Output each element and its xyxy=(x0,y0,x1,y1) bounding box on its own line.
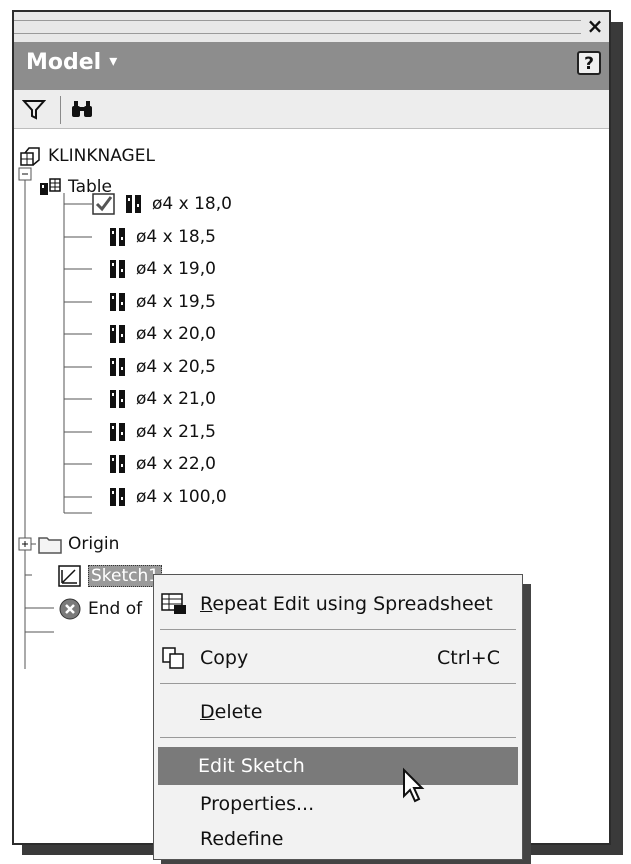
end-of-part-icon xyxy=(59,598,81,620)
panel-grip-bar[interactable]: × xyxy=(14,12,609,43)
menu-item-label: Edit Sketch xyxy=(198,755,305,777)
browser-toolbar xyxy=(14,90,609,129)
filter-icon[interactable] xyxy=(22,97,46,121)
table-row-label: ø4 x 20,0 xyxy=(136,324,216,344)
menu-item-edit-sketch[interactable]: Edit Sketch xyxy=(158,747,518,785)
rivet-icon xyxy=(110,293,125,311)
close-button[interactable]: × xyxy=(585,14,605,38)
table-icon xyxy=(40,178,61,195)
checkmark-icon xyxy=(92,193,115,215)
table-row-label: ø4 x 21,0 xyxy=(136,389,216,409)
table-row-label: ø4 x 19,0 xyxy=(136,259,216,279)
rivet-icon xyxy=(126,195,141,213)
mnemonic-d: D xyxy=(200,701,215,723)
menu-icon-slot xyxy=(164,754,192,778)
rivet-icon xyxy=(110,325,125,343)
tree-node-label: Origin xyxy=(68,534,120,554)
menu-item-copy[interactable]: Copy Ctrl+C xyxy=(154,639,522,677)
table-row[interactable]: ø4 x 19,5 xyxy=(106,287,216,317)
menu-separator xyxy=(160,683,516,684)
tree-node-end-of-part[interactable]: End of xyxy=(58,594,142,624)
table-row[interactable]: ø4 x 100,0 xyxy=(106,482,227,512)
menu-icon-slot xyxy=(160,700,188,724)
tree-node-label: KLINKNAGEL xyxy=(48,146,155,166)
table-row[interactable]: ø4 x 22,0 xyxy=(106,449,216,479)
sketch-icon xyxy=(58,565,81,587)
menu-label-rest: epeat Edit using Spreadsheet xyxy=(212,593,493,615)
menu-item-label: Delete xyxy=(200,701,262,723)
mnemonic-r: R xyxy=(200,593,213,615)
table-row[interactable]: ø4 x 21,5 xyxy=(106,417,216,447)
part-icon xyxy=(20,147,40,166)
help-button[interactable]: ? xyxy=(577,51,601,75)
table-row[interactable]: ø4 x 20,0 xyxy=(106,319,216,349)
rivet-icon xyxy=(110,260,125,278)
table-row-label: ø4 x 22,0 xyxy=(136,454,216,474)
table-row[interactable]: ø4 x 20,5 xyxy=(106,352,216,382)
menu-item-shortcut: Ctrl+C xyxy=(437,647,500,669)
menu-item-label: Repeat Edit using Spreadsheet xyxy=(200,593,493,615)
folder-icon xyxy=(38,537,62,554)
rivet-icon xyxy=(110,358,125,376)
tree-node-sketch[interactable]: Sketch1 xyxy=(58,561,163,591)
rivet-icon xyxy=(110,228,125,246)
rivet-icon xyxy=(110,455,125,473)
table-row-label: ø4 x 18,0 xyxy=(152,194,232,214)
menu-item-repeat-edit-spreadsheet[interactable]: Repeat Edit using Spreadsheet xyxy=(154,585,522,623)
tree-node-label: End of xyxy=(88,599,143,619)
tree-node-root[interactable]: KLINKNAGEL xyxy=(18,141,155,171)
model-dropdown[interactable]: Model ▾ xyxy=(26,50,117,75)
tree-node-origin[interactable]: Origin xyxy=(38,529,119,559)
menu-icon-slot xyxy=(160,792,188,816)
table-row-label: ø4 x 18,5 xyxy=(136,227,216,247)
browser-header: Model ▾ ? xyxy=(14,42,609,90)
spreadsheet-icon xyxy=(161,593,186,614)
menu-item-redefine[interactable]: Redefine xyxy=(154,820,522,858)
menu-item-delete[interactable]: Delete xyxy=(154,693,522,731)
menu-item-label: Properties... xyxy=(200,793,315,815)
menu-icon-slot xyxy=(160,827,188,851)
menu-item-label: Redefine xyxy=(200,828,284,850)
rivet-icon xyxy=(110,423,125,441)
menu-item-label: Copy xyxy=(200,647,249,669)
rivet-icon xyxy=(110,488,125,506)
copy-icon xyxy=(162,647,184,669)
rivet-icon xyxy=(110,390,125,408)
menu-separator xyxy=(160,737,516,738)
toolbar-divider xyxy=(60,96,61,124)
table-row-label: ø4 x 100,0 xyxy=(136,487,227,507)
table-row[interactable]: ø4 x 21,0 xyxy=(106,384,216,414)
table-row-active[interactable]: ø4 x 18,0 xyxy=(92,189,232,219)
menu-label-rest: elete xyxy=(214,701,263,723)
binoculars-icon[interactable] xyxy=(70,97,94,121)
context-menu: Repeat Edit using Spreadsheet Copy Ctrl+… xyxy=(153,574,523,860)
table-row[interactable]: ø4 x 18,5 xyxy=(106,222,216,252)
menu-item-properties[interactable]: Properties... xyxy=(154,785,522,823)
chevron-down-icon: ▾ xyxy=(109,51,118,70)
tree-node-label: Sketch1 xyxy=(88,565,163,587)
grip-lines xyxy=(14,20,581,34)
mouse-pointer-icon xyxy=(403,767,425,803)
table-row-label: ø4 x 21,5 xyxy=(136,422,216,442)
menu-separator xyxy=(160,629,516,630)
table-row-label: ø4 x 19,5 xyxy=(136,292,216,312)
header-title: Model xyxy=(26,50,102,75)
table-row-label: ø4 x 20,5 xyxy=(136,357,216,377)
table-row[interactable]: ø4 x 19,0 xyxy=(106,254,216,284)
